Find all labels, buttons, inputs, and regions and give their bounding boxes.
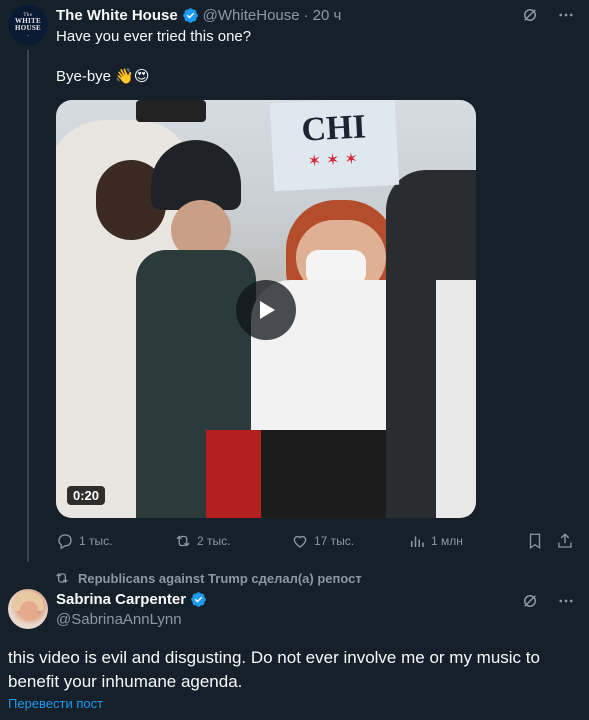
play-button[interactable] (236, 280, 296, 340)
sign-text: CHI (300, 108, 367, 149)
video-frame-figure (436, 280, 476, 518)
view-count: 1 млн (431, 534, 463, 548)
avatar-text-house: HOUSE (14, 23, 41, 32)
bookmark-button[interactable] (526, 530, 544, 552)
grok-icon[interactable] (521, 6, 539, 24)
video-frame-figure (206, 430, 261, 518)
author-name[interactable]: The White House (56, 7, 178, 24)
reply-icon (58, 534, 72, 550)
more-options-icon[interactable] (557, 6, 575, 24)
repost-context[interactable]: Republicans against Trump сделал(а) репо… (54, 570, 362, 586)
tweet-text: this video is evil and disgusting. Do no… (8, 648, 540, 691)
avatar-seal-dot: • (27, 32, 29, 38)
tweet-time[interactable]: 20 ч (313, 7, 342, 24)
tweet-header: Sabrina Carpenter (56, 591, 207, 608)
repost-count: 2 тыс. (197, 534, 231, 548)
views-button[interactable]: 1 млн (408, 530, 463, 552)
tweet-action-bar: 1 тыс. 2 тыс. 17 тыс. 1 млн (56, 530, 578, 552)
bookmark-icon (529, 533, 541, 550)
separator-dot: · (303, 6, 309, 24)
video-duration: 0:20 (67, 486, 106, 505)
author-name[interactable]: Sabrina Carpenter (56, 591, 186, 608)
tweet-top-actions (521, 6, 575, 24)
verified-badge-icon (191, 592, 206, 607)
reply-count: 1 тыс. (79, 534, 113, 548)
tweet-white-house[interactable]: The WHITE HOUSE • The White House @White… (0, 0, 589, 562)
more-options-icon[interactable] (557, 592, 575, 610)
share-icon (558, 533, 572, 548)
avatar-face (20, 601, 38, 621)
heart-icon (293, 535, 307, 548)
author-handle[interactable]: @SabrinaAnnLynn (56, 611, 182, 628)
tweet-sabrina-carpenter[interactable]: Republicans against Trump сделал(а) репо… (0, 562, 589, 720)
like-button[interactable]: 17 тыс. (291, 530, 354, 552)
play-icon (260, 301, 275, 319)
avatar[interactable]: The WHITE HOUSE • (8, 5, 48, 45)
thread-line (27, 50, 29, 562)
views-chart-icon (411, 536, 424, 547)
sign-stars-icon: ✶✶✶ (307, 150, 364, 171)
translate-post-link[interactable]: Перевести пост (8, 696, 103, 711)
tweet-text-line-1: Have you ever tried this one? (56, 28, 252, 45)
tweet-header: The White House @WhiteHouse · 20 ч (56, 5, 341, 25)
share-button[interactable] (556, 530, 574, 552)
author-handle[interactable]: @WhiteHouse (203, 7, 300, 24)
video-player[interactable]: CHI ✶✶✶ 0:20 (56, 100, 476, 518)
tweet-text-line-2: Bye-bye 👋😍 (56, 68, 150, 85)
protest-sign: CHI ✶✶✶ (269, 100, 400, 192)
repost-icon (56, 573, 68, 583)
like-count: 17 тыс. (314, 534, 355, 548)
repost-label: Republicans against Trump сделал(а) репо… (78, 570, 362, 586)
tweet-top-actions (521, 592, 575, 610)
grok-icon[interactable] (521, 592, 539, 610)
repost-icon (176, 535, 190, 547)
video-frame-figure (136, 100, 206, 122)
avatar[interactable] (8, 589, 48, 629)
reply-button[interactable]: 1 тыс. (56, 530, 112, 552)
repost-button[interactable]: 2 тыс. (174, 530, 230, 552)
verified-badge-icon (182, 7, 198, 23)
